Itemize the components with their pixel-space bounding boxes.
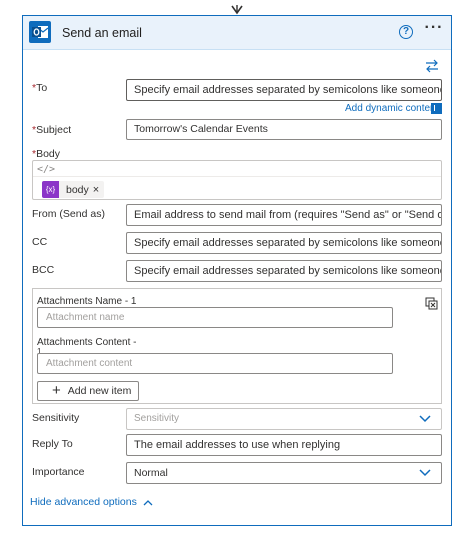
chevron-up-icon — [143, 499, 153, 505]
add-dynamic-content-link[interactable]: Add dynamic content — [345, 103, 438, 114]
sensitivity-label: Sensitivity — [32, 412, 80, 424]
swap-parameters-icon[interactable] — [425, 59, 439, 73]
variable-icon: {x} — [42, 181, 59, 198]
cc-label: CC — [32, 236, 48, 248]
hide-advanced-label: Hide advanced options — [30, 496, 137, 508]
chevron-down-icon — [419, 415, 431, 423]
reply-to-input[interactable]: The email addresses to use when replying — [126, 434, 442, 456]
subject-label: *Subject — [32, 124, 72, 136]
divider — [33, 176, 441, 177]
to-label: *To — [32, 82, 48, 94]
importance-label: Importance — [32, 466, 85, 478]
dynamic-token-body[interactable]: {x} body × — [42, 181, 105, 198]
from-input[interactable]: Email address to send mail from (require… — [126, 204, 442, 226]
remove-token-icon[interactable]: × — [93, 184, 104, 196]
body-editor[interactable]: </> {x} body × — [32, 160, 442, 200]
send-email-action-card: Send an email ? ··· *To Specify email ad… — [22, 15, 452, 526]
attachment-content-label: Attachments Content - — [37, 337, 137, 348]
bcc-input[interactable]: Specify email addresses separated by sem… — [126, 260, 442, 282]
dynamic-content-icon[interactable] — [431, 103, 442, 114]
chevron-down-icon — [419, 469, 431, 477]
bcc-label: BCC — [32, 264, 55, 276]
cc-input[interactable]: Specify email addresses separated by sem… — [126, 232, 442, 254]
add-new-item-label: Add new item — [67, 385, 132, 397]
body-label: *Body — [32, 148, 61, 160]
attachment-content-input[interactable]: Attachment content — [37, 353, 393, 374]
from-label: From (Send as) — [32, 208, 105, 220]
card-header[interactable]: Send an email ? ··· — [23, 16, 451, 50]
sensitivity-placeholder: Sensitivity — [134, 413, 180, 424]
to-input[interactable]: Specify email addresses separated by sem… — [126, 79, 442, 101]
help-icon[interactable]: ? — [399, 25, 413, 39]
sensitivity-dropdown[interactable]: Sensitivity — [126, 408, 442, 430]
add-new-item-button[interactable]: + Add new item — [37, 381, 139, 401]
token-label: body — [66, 183, 89, 196]
delete-item-icon[interactable] — [425, 297, 438, 310]
attachment-name-label: Attachments Name - 1 — [37, 296, 137, 307]
arrow-down-icon — [231, 5, 243, 15]
attachment-name-input[interactable]: Attachment name — [37, 307, 393, 328]
attachments-group: Attachments Name - 1 Attachment name Att… — [32, 288, 442, 404]
card-title[interactable]: Send an email — [62, 26, 142, 40]
outlook-icon — [29, 21, 51, 43]
more-options-icon[interactable]: ··· — [423, 20, 445, 40]
plus-icon: + — [52, 382, 61, 399]
importance-dropdown[interactable]: Normal — [126, 462, 442, 484]
flow-connector — [231, 0, 243, 15]
hide-advanced-options-link[interactable]: Hide advanced options — [30, 496, 153, 508]
importance-value: Normal — [134, 467, 168, 479]
reply-to-label: Reply To — [32, 438, 73, 450]
subject-input[interactable]: Tomorrow's Calendar Events — [126, 119, 442, 140]
code-view-icon[interactable]: </> — [37, 164, 55, 175]
